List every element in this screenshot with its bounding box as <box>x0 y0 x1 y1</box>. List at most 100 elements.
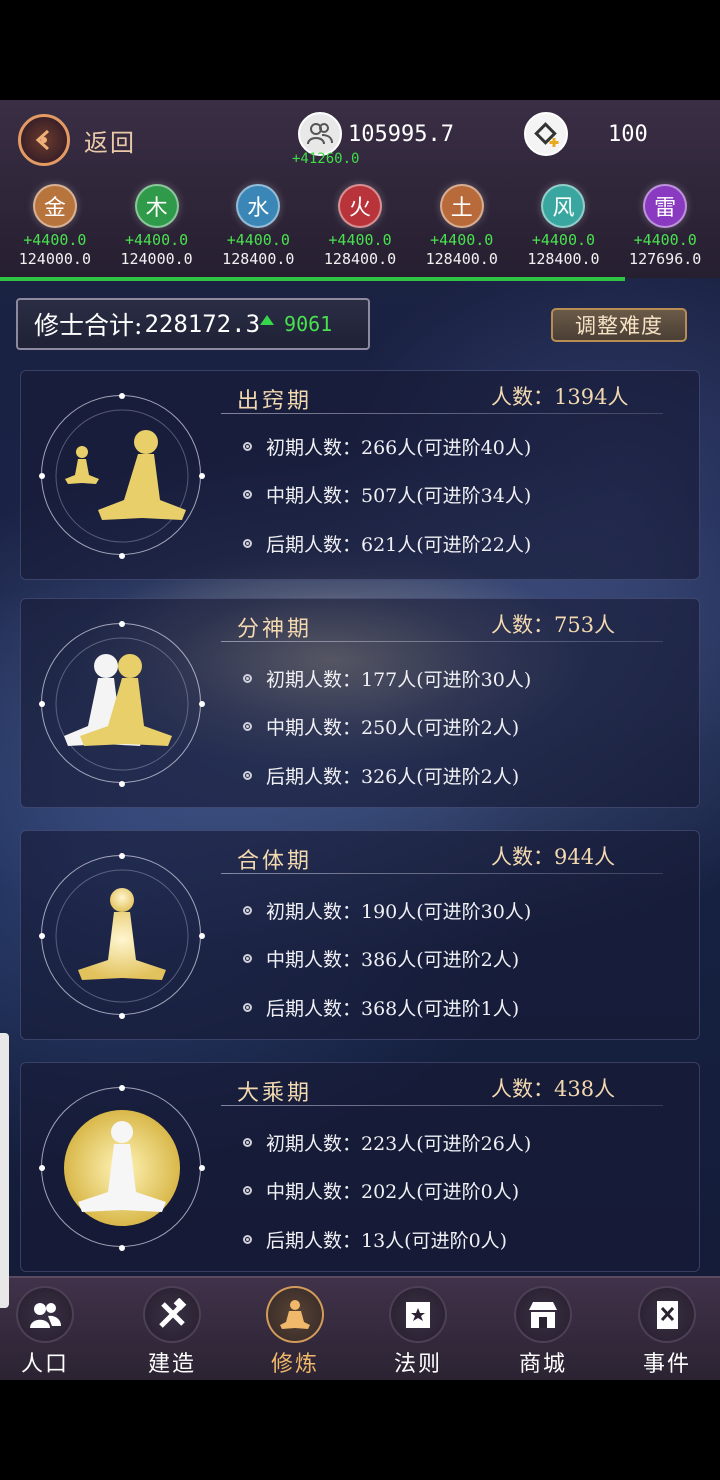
element-total: 124000.0 <box>18 250 91 268</box>
ring-dot <box>39 701 45 707</box>
stage-name: 大乘期 <box>237 1081 313 1106</box>
element-delta: +4400.0 <box>328 231 392 249</box>
bullet-icon <box>243 442 252 451</box>
back-button[interactable]: 返回 <box>18 112 158 168</box>
sub-row-middle: 中期人数：507人(可进阶34人) <box>243 481 531 508</box>
ring-dot <box>119 781 125 787</box>
element-progress-line <box>0 277 625 281</box>
divider <box>221 1105 663 1106</box>
stage-name: 出窍期 <box>237 389 313 414</box>
sub-row-text: 初期人数：266人(可进阶40人) <box>266 437 532 459</box>
stage-card[interactable]: 出窍期 人数：1394人 初期人数：266人(可进阶40人) 中期人数：507人… <box>20 370 700 580</box>
meditation-emblem <box>39 1085 205 1251</box>
sub-row-text: 后期人数：368人(可进阶1人) <box>266 998 520 1020</box>
bullet-icon <box>243 1138 252 1147</box>
meditation-emblem <box>39 621 205 787</box>
element-water: 水 +4400.0 128400.0 <box>207 184 309 276</box>
fire-orb-icon: 火 <box>338 184 383 228</box>
nav-build[interactable]: 建造 <box>127 1286 217 1378</box>
bullet-icon <box>243 539 252 548</box>
nav-label: 商城 <box>518 1352 567 1377</box>
nav-label: 人口 <box>20 1352 69 1377</box>
bullet-icon <box>243 1186 252 1195</box>
sub-row-text: 后期人数：326人(可进阶2人) <box>266 766 520 788</box>
metal-orb-icon: 金 <box>32 184 77 228</box>
bullet-icon <box>243 490 252 499</box>
element-delta: +4400.0 <box>23 231 87 249</box>
element-total: 128400.0 <box>425 250 498 268</box>
stage-card[interactable]: 合体期 人数：944人 初期人数：190人(可进阶30人) 中期人数：386人(… <box>20 830 700 1040</box>
population-resource: 105995.7 <box>298 112 454 156</box>
ring-dot <box>39 933 45 939</box>
sub-row-late: 后期人数：326人(可进阶2人) <box>243 762 519 789</box>
ring-dot <box>119 853 125 859</box>
element-delta: +4400.0 <box>226 231 290 249</box>
element-metal: 金 +4400.0 124000.0 <box>4 184 106 276</box>
adjust-difficulty-button[interactable]: 调整难度 <box>551 308 687 342</box>
wood-orb-icon: 木 <box>134 184 179 228</box>
nav-label: 事件 <box>642 1352 691 1377</box>
sub-row-early: 初期人数：177人(可进阶30人) <box>243 665 531 692</box>
ring-dot <box>199 1165 205 1171</box>
element-total: 124000.0 <box>120 250 193 268</box>
ring-dot <box>119 553 125 559</box>
bullet-icon <box>243 1003 252 1012</box>
edge-handle[interactable] <box>0 1033 9 1308</box>
sub-row-early: 初期人数：190人(可进阶30人) <box>243 897 531 924</box>
divider <box>221 641 663 642</box>
element-delta: +4400.0 <box>430 231 494 249</box>
gem-resource[interactable]: 100 <box>524 112 648 156</box>
people-icon <box>16 1286 74 1343</box>
stage-count: 人数：944人 <box>491 845 616 869</box>
ring-dot <box>39 473 45 479</box>
stage-card[interactable]: 分神期 人数：753人 初期人数：177人(可进阶30人) 中期人数：250人(… <box>20 598 700 808</box>
law-banner-icon <box>389 1286 447 1343</box>
gem-value: 100 <box>608 121 648 147</box>
element-fire: 火 +4400.0 128400.0 <box>309 184 411 276</box>
element-delta: +4400.0 <box>633 231 697 249</box>
nav-label: 法则 <box>393 1352 442 1377</box>
ring-dot <box>39 1165 45 1171</box>
element-total: 128400.0 <box>323 250 397 268</box>
sub-row-text: 后期人数：621人(可进阶22人) <box>266 534 532 556</box>
meditation-icon <box>266 1286 324 1343</box>
tools-icon <box>143 1286 201 1343</box>
nav-shop[interactable]: 商城 <box>498 1286 588 1378</box>
ring-dot <box>199 933 205 939</box>
nav-law[interactable]: 法则 <box>373 1286 463 1378</box>
nav-cultivate[interactable]: 修炼 <box>250 1286 340 1378</box>
sub-row-text: 后期人数：13人(可进阶0人) <box>266 1230 508 1252</box>
nav-population[interactable]: 人口 <box>0 1286 90 1378</box>
ring-dot <box>119 1013 125 1019</box>
stage-count: 人数：753人 <box>491 613 616 637</box>
thunder-orb-icon: 雷 <box>643 184 688 228</box>
ring-dot <box>119 393 125 399</box>
sub-row-text: 初期人数：223人(可进阶26人) <box>266 1133 532 1155</box>
nav-events[interactable]: 事件 <box>622 1286 712 1378</box>
element-delta: +4400.0 <box>531 231 596 249</box>
water-orb-icon: 水 <box>236 184 281 228</box>
ring-dot <box>119 1085 125 1091</box>
total-delta: 9061 <box>284 312 333 336</box>
ring-dot <box>119 621 125 627</box>
bottom-navigation: 人口 建造 修炼 法则 商城 事件 <box>0 1276 720 1380</box>
divider <box>221 873 663 874</box>
cultivation-screen: 返回 105995.7 +41260.0 100 金 +4400.0 12400… <box>0 100 720 1380</box>
bullet-icon <box>243 771 252 780</box>
total-label: 修士合计: <box>34 311 143 340</box>
sub-row-text: 中期人数：202人(可进阶0人) <box>266 1181 520 1203</box>
sub-row-late: 后期人数：621人(可进阶22人) <box>243 530 531 557</box>
wind-orb-icon: 风 <box>541 184 586 228</box>
sub-row-text: 初期人数：190人(可进阶30人) <box>266 901 532 923</box>
meditation-emblem <box>39 853 205 1019</box>
stage-card[interactable]: 大乘期 人数：438人 初期人数：223人(可进阶26人) 中期人数：202人(… <box>20 1062 700 1272</box>
meditation-emblem <box>39 393 205 559</box>
divider <box>221 413 663 414</box>
element-thunder: 雷 +4400.0 127696.0 <box>614 184 716 276</box>
bullet-icon <box>243 954 252 963</box>
stage-name: 分神期 <box>237 617 313 642</box>
cultivator-total-panel: 修士合计: 228172.3 9061 <box>16 298 370 350</box>
element-wind: 风 +4400.0 128400.0 <box>513 184 615 276</box>
element-earth: 土 +4400.0 128400.0 <box>411 184 513 276</box>
back-label: 返回 <box>84 128 136 157</box>
